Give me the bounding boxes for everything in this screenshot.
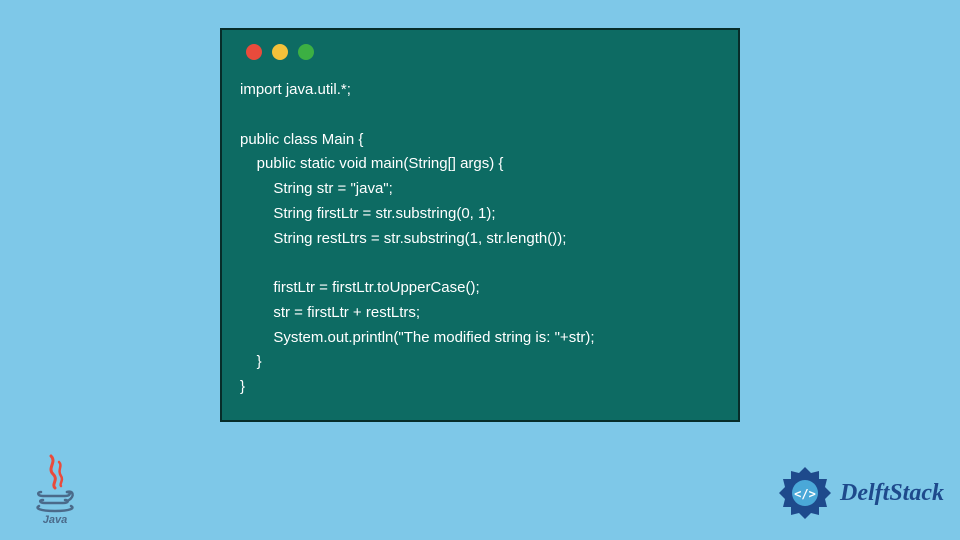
code-block: import java.util.*; public class Main { … [240,78,720,400]
delftstack-logo: </> DelftStack [776,464,944,522]
window-controls [246,44,720,60]
svg-text:</>: </> [794,487,816,501]
delftstack-gear-icon: </> [776,464,834,522]
java-logo: Java [28,454,82,526]
close-dot-icon [246,44,262,60]
maximize-dot-icon [298,44,314,60]
minimize-dot-icon [272,44,288,60]
java-logo-label: Java [43,514,67,526]
code-window: import java.util.*; public class Main { … [220,28,740,422]
delftstack-logo-label: DelftStack [840,480,944,507]
java-cup-icon [31,454,79,516]
